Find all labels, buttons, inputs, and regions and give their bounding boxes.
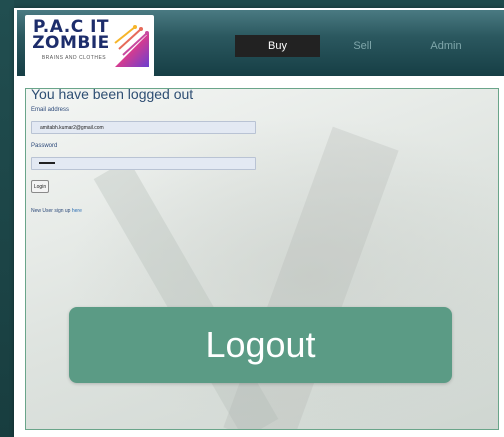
new-user-text: New User sign up bbox=[31, 208, 72, 214]
logo-title: P.A.C IT ZOMBIE bbox=[32, 17, 110, 53]
brand-logo[interactable]: P.A.C IT ZOMBIE BRAINS AND CLOTHES bbox=[25, 15, 154, 77]
circuit-logo-icon bbox=[114, 25, 149, 67]
slide-left-strip bbox=[0, 0, 14, 437]
login-button[interactable]: Login bbox=[31, 180, 49, 193]
top-navbar: P.A.C IT ZOMBIE BRAINS AND CLOTHES Buy S… bbox=[17, 10, 504, 77]
password-label: Password bbox=[31, 143, 58, 149]
email-label: Email address bbox=[31, 107, 70, 113]
nav-admin[interactable]: Admin bbox=[420, 35, 472, 57]
signup-link[interactable]: here bbox=[72, 208, 82, 214]
email-field[interactable]: amitabh.kumar2@gmail.com bbox=[31, 121, 256, 134]
new-user-prompt: New User sign up here bbox=[31, 208, 82, 214]
password-field[interactable] bbox=[31, 157, 256, 170]
email-value: amitabh.kumar2@gmail.com bbox=[40, 125, 104, 131]
logout-banner: Logout bbox=[69, 307, 452, 383]
page-title: You have been logged out bbox=[31, 88, 194, 102]
password-mask bbox=[39, 162, 55, 164]
nav-sell[interactable]: Sell bbox=[340, 35, 385, 57]
nav-buy[interactable]: Buy bbox=[235, 35, 320, 57]
logo-subtitle: BRAINS AND CLOTHES bbox=[41, 55, 107, 61]
